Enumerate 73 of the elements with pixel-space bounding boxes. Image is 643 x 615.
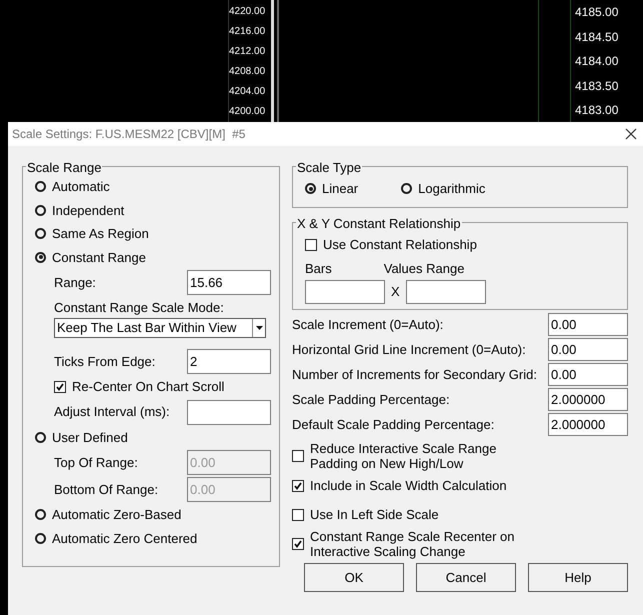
field-label: Horizontal Grid Line Increment (0=Auto):: [292, 340, 526, 359]
field-label: Top Of Range:: [54, 454, 138, 472]
field-label: Range:: [54, 274, 96, 292]
input-field[interactable]: [187, 400, 271, 424]
option-label: Logarithmic: [418, 180, 486, 198]
option-label: User Defined: [52, 428, 128, 446]
axis-label: 4204.00: [229, 85, 266, 99]
option-label: Linear: [322, 180, 358, 198]
close-icon[interactable]: [625, 128, 637, 140]
axis-label: 4184.00: [575, 53, 618, 70]
field-label: Adjust Interval (ms):: [54, 403, 170, 422]
radio-button[interactable]: [305, 183, 316, 194]
axis-label: 4216.00: [229, 25, 266, 39]
field-label: Number of Increments for Secondary Grid:: [292, 366, 537, 384]
caret-icon[interactable]: [252, 318, 265, 336]
axis-label: 4212.00: [229, 45, 266, 59]
radio-button[interactable]: [35, 432, 46, 443]
multiply-label: X: [391, 282, 400, 301]
radio-button[interactable]: [35, 228, 46, 240]
radio-button[interactable]: [401, 183, 412, 194]
input-field[interactable]: 0.00: [548, 363, 628, 386]
axis-label: 4185.00: [575, 4, 618, 21]
axis-label: 4200.00: [229, 105, 266, 119]
checkbox[interactable]: [54, 380, 66, 393]
checkbox[interactable]: [292, 538, 304, 550]
input-field[interactable]: 2: [187, 349, 271, 374]
option-label: Use Constant Relationship: [323, 236, 477, 254]
field-label: Constant Range Scale Mode:: [54, 299, 225, 317]
window-title: Scale Settings: F.US.MESM22 [CBV][M] #5: [12, 126, 246, 143]
option-label: Automatic Zero-Based: [52, 506, 182, 524]
option-label: Constant Range Scale Recenter on Interactive Scaling Change: [310, 529, 516, 559]
option-label: Use In Left Side Scale: [310, 507, 439, 522]
input-field[interactable]: 15.66: [187, 270, 271, 295]
input-field[interactable]: [305, 280, 385, 304]
field-label: Scale Padding Percentage:: [292, 390, 450, 409]
field-label: Scale Increment (0=Auto):: [292, 316, 444, 334]
dropdown-value: Keep The Last Bar Within View: [57, 318, 236, 337]
axis-label: 4220.00: [229, 5, 266, 19]
field-label: Bars: [305, 260, 332, 278]
dialog-button[interactable]: OK: [304, 563, 404, 592]
option-label: Automatic: [52, 178, 110, 196]
dialog-button[interactable]: Help: [528, 563, 628, 592]
axis-label: 4183.50: [575, 78, 618, 94]
dialog-button[interactable]: Cancel: [416, 563, 516, 592]
option-label: Independent: [52, 202, 124, 220]
dropdown[interactable]: Keep The Last Bar Within View: [54, 318, 266, 338]
field-label: Values Range: [384, 260, 464, 278]
radio-button[interactable]: [35, 509, 46, 520]
input-field[interactable]: 0.00: [548, 338, 628, 361]
axis-label: 4184.50: [575, 28, 618, 46]
field-label: Ticks From Edge:: [54, 352, 156, 371]
radio-button[interactable]: [35, 181, 46, 192]
checkbox[interactable]: [292, 450, 304, 462]
option-label: Re-Center On Chart Scroll: [72, 378, 224, 396]
radio-button[interactable]: [35, 204, 46, 216]
field-label: Default Scale Padding Percentage:: [292, 416, 494, 434]
option-label: Same As Region: [52, 225, 149, 243]
option-label: Reduce Interactive Scale Range Padding on New High/Low: [310, 441, 498, 471]
axis-label: 4208.00: [229, 65, 266, 79]
radio-button[interactable]: [35, 532, 46, 544]
field-label: Bottom Of Range:: [54, 480, 158, 499]
input-field[interactable]: 0.00: [548, 313, 628, 336]
option-label: Include in Scale Width Calculation: [310, 478, 507, 493]
option-label: Automatic Zero Centered: [52, 530, 198, 548]
checkbox[interactable]: [292, 508, 304, 520]
input-field[interactable]: 2.000000: [548, 413, 628, 436]
checkbox[interactable]: [305, 238, 317, 251]
axis-label: 4183.00: [575, 102, 618, 119]
option-label: Constant Range: [52, 248, 146, 267]
input-field[interactable]: 2.000000: [548, 388, 628, 411]
radio-button[interactable]: [35, 252, 46, 263]
input-field[interactable]: [406, 280, 486, 304]
checkbox[interactable]: [292, 480, 304, 492]
